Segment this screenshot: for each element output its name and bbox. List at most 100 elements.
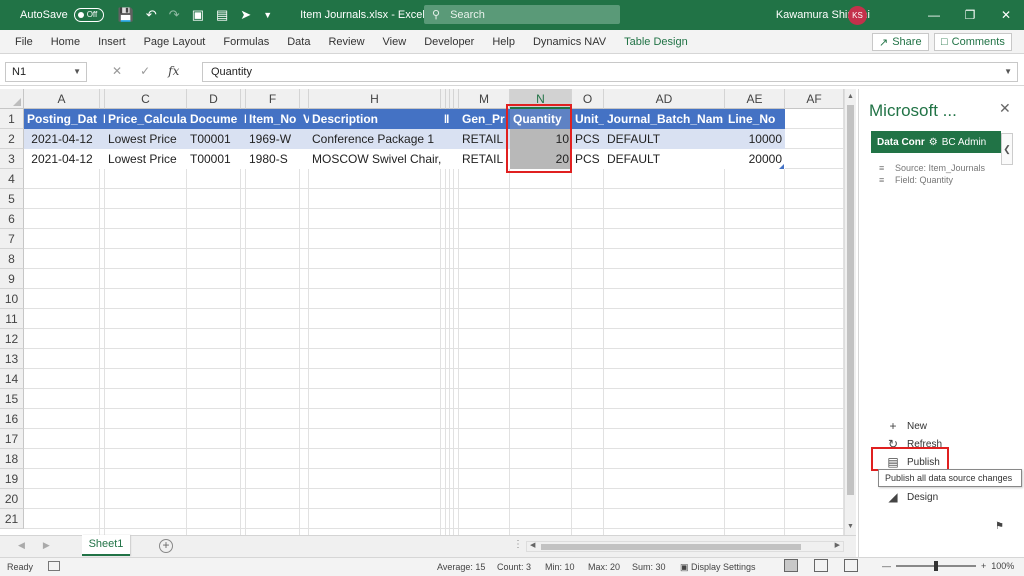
image-icon[interactable]: ▤ [216,7,228,23]
formula-input[interactable]: Quantity ▼ [202,62,1018,82]
table-cell[interactable] [300,149,309,169]
tab-table-design[interactable]: Table Design [615,36,697,48]
tab-formulas[interactable]: Formulas [214,36,278,48]
column-header-af[interactable]: AF [785,89,844,109]
tab-review[interactable]: Review [319,36,373,48]
column-header-n[interactable]: N [510,89,572,109]
table-header-cell[interactable]: Gen_Pr [459,109,510,129]
avatar[interactable]: KS [848,6,867,25]
zoom-out-icon[interactable]: — [882,561,891,571]
row-header-15[interactable]: 15 [0,389,24,409]
table-cell[interactable]: DEFAULT [604,149,725,169]
table-cell[interactable]: Lowest Price [105,129,187,149]
column-header-h[interactable]: H [309,89,441,109]
table-cell[interactable]: Lowest Price [105,149,187,169]
vertical-scrollbar[interactable]: ▲ ▼ [844,89,856,535]
table-cell[interactable]: Conference Package 1 [309,129,441,149]
row-header-12[interactable]: 12 [0,329,24,349]
row-header-11[interactable]: 11 [0,309,24,329]
tab-insert[interactable]: Insert [89,36,135,48]
table-cell[interactable]: 10 [510,129,572,149]
accessibility-icon[interactable] [48,561,60,571]
row-header-2[interactable]: 2 [0,129,24,149]
table-cell[interactable]: T00001 [187,129,241,149]
zoom-in-icon[interactable]: + [981,561,986,571]
column-header-c[interactable]: C [105,89,187,109]
table-header-cell[interactable]: Line_No [725,109,785,129]
table-cell[interactable]: 20000 [725,149,785,169]
column-header-m[interactable]: M [459,89,510,109]
column-header-d[interactable]: D [187,89,241,109]
tab-developer[interactable]: Developer [415,36,483,48]
scroll-left-icon[interactable]: ◀ [530,541,535,549]
cancel-icon[interactable]: ✕ [112,64,122,78]
refresh-button[interactable]: ↻ Refresh [887,437,942,451]
scroll-thumb[interactable] [847,105,854,495]
tab-page-layout[interactable]: Page Layout [135,36,215,48]
customize-qat-icon[interactable]: ▼ [263,10,272,20]
prev-sheet-icon[interactable]: ◀ [18,540,25,551]
tab-home[interactable]: Home [42,36,89,48]
pointer-icon[interactable]: ➤ [240,7,251,23]
name-box[interactable]: N1 ▼ [5,62,87,82]
connection-user[interactable]: BC Admin [942,137,986,148]
normal-view-icon[interactable] [784,559,798,572]
table-cell[interactable]: MOSCOW Swivel Chair, [309,149,441,169]
column-header-o[interactable]: O [572,89,604,109]
row-header-5[interactable]: 5 [0,189,24,209]
table-cell[interactable]: RETAIL [459,149,510,169]
table-cell[interactable]: PCS [572,129,604,149]
table-header-cell[interactable]: Quantity [510,109,572,129]
autosave-control[interactable]: AutoSave Off [20,8,104,22]
table-header-cell[interactable]: Posting_Dat [24,109,100,129]
row-header-20[interactable]: 20 [0,489,24,509]
row-header-10[interactable]: 10 [0,289,24,309]
table-cell[interactable]: DEFAULT [604,129,725,149]
table-header-cell[interactable]: V [300,109,309,129]
select-all-button[interactable] [0,89,24,109]
row-header-3[interactable]: 3 [0,149,24,169]
close-icon[interactable]: ✕ [988,0,1024,30]
connection-bar[interactable]: Data Conr ⚙ BC Admin [871,131,1001,153]
row-header-19[interactable]: 19 [0,469,24,489]
add-sheet-icon[interactable]: + [159,539,173,553]
row-header-14[interactable]: 14 [0,369,24,389]
comments-button[interactable]: □ Comments [934,33,1012,51]
next-sheet-icon[interactable]: ▶ [43,540,50,551]
design-button[interactable]: ◢ Design [887,490,938,504]
table-cell[interactable]: 2021-04-12 [24,129,100,149]
publish-button[interactable]: ▤ Publish [887,455,939,469]
undo-icon[interactable]: ↶ [146,7,157,23]
row-header-9[interactable]: 9 [0,269,24,289]
table-header-cell[interactable]: Unit_ [572,109,604,129]
column-header-g[interactable] [300,89,309,109]
scroll-up-icon[interactable]: ▲ [845,91,856,103]
column-header-f[interactable]: F [246,89,300,109]
scroll-right-icon[interactable]: ▶ [835,541,840,549]
table-header-cell[interactable]: Docume [187,109,241,129]
page-break-view-icon[interactable] [844,559,858,572]
table-cell[interactable]: 20 [510,149,572,169]
sheet-tab[interactable]: Sheet1 [82,535,130,556]
tab-dynamics-nav[interactable]: Dynamics NAV [524,36,615,48]
tab-data[interactable]: Data [278,36,319,48]
column-header-ae[interactable]: AE [725,89,785,109]
row-header-7[interactable]: 7 [0,229,24,249]
table-header-cell[interactable]: Description [309,109,441,129]
page-layout-view-icon[interactable] [814,559,828,572]
row-header-17[interactable]: 17 [0,429,24,449]
table-cell[interactable]: 2021-04-12 [24,149,100,169]
table-cell[interactable]: 1969-W [246,129,300,149]
zoom-slider-knob[interactable] [934,561,938,571]
new-button[interactable]: + New [887,419,927,433]
table-cell[interactable]: 1980-S [246,149,300,169]
redo-icon[interactable]: ↷ [169,7,180,23]
column-header-a[interactable]: A [24,89,100,109]
save-icon[interactable]: 💾 [118,7,134,23]
zoom-slider[interactable] [896,561,976,571]
row-header-21[interactable]: 21 [0,509,24,529]
tab-view[interactable]: View [374,36,416,48]
worksheet-grid[interactable]: A C D F H M N O AD AE AF 1 2 3 4 5 6 7 8 9 10 11 12 13 14 15 16 17 1… [0,89,844,535]
check-icon[interactable]: ✓ [140,64,150,78]
hscroll-thumb[interactable] [541,544,801,550]
